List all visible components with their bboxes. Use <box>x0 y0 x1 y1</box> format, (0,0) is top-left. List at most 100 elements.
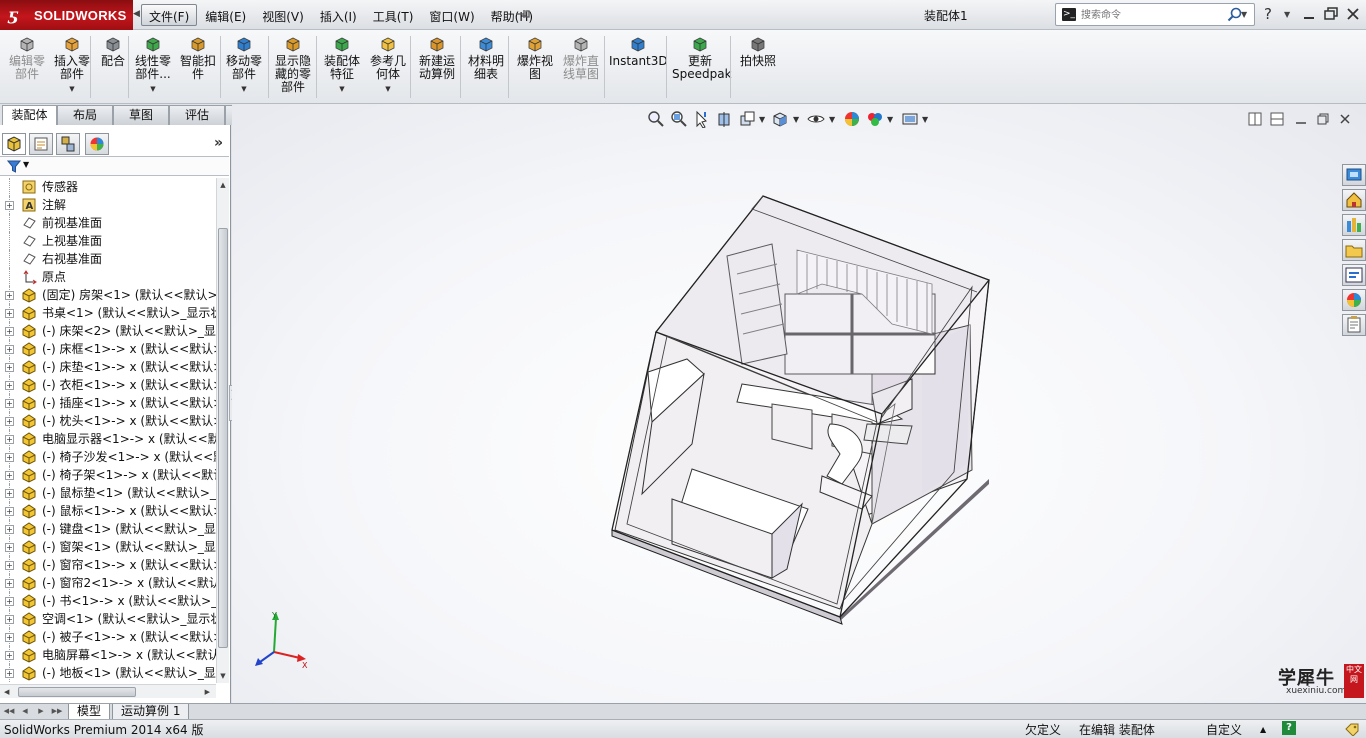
menu-help[interactable]: 帮助(H) <box>483 4 541 26</box>
ribbon-button-speedpak[interactable]: 更新 Speedpak <box>672 34 732 81</box>
property-manager-tab[interactable] <box>29 133 53 155</box>
tree-item[interactable]: + A 注解 <box>0 196 216 214</box>
menu-view[interactable]: 视图(V) <box>254 4 312 26</box>
design-library-tab[interactable] <box>1342 214 1366 236</box>
expand-icon[interactable]: + <box>5 597 14 606</box>
dropdown-arrow-icon[interactable]: ▼ <box>132 83 174 96</box>
ribbon-button-motion-study[interactable]: 新建运 动算例 <box>416 34 458 81</box>
ribbon-button-snapshot[interactable]: 拍快照 <box>736 34 780 68</box>
expand-icon[interactable]: + <box>5 291 14 300</box>
ribbon-button-reference-geometry[interactable]: 参考几 何体 ▼ <box>368 34 408 96</box>
ribbon-button-edit-component[interactable]: 编辑零 部件 <box>6 34 48 81</box>
first-tab-icon[interactable]: ◀◀ <box>2 705 16 718</box>
menu-insert[interactable]: 插入(I) <box>312 4 365 26</box>
expand-icon[interactable]: + <box>5 543 14 552</box>
dropdown-arrow-icon[interactable]: ▼ <box>52 83 92 96</box>
tree-item[interactable]: + (-) 书<1>-> x (默认<<默认>_显 <box>0 592 216 610</box>
minimize-icon[interactable] <box>1300 6 1318 22</box>
display-manager-tab[interactable] <box>85 133 109 155</box>
expand-icon[interactable]: + <box>5 471 14 480</box>
tree-item[interactable]: + 电脑显示器<1>-> x (默认<<默认 <box>0 430 216 448</box>
ribbon-button-show-hidden[interactable]: 显示隐 藏的零 部件 <box>273 34 313 94</box>
tree-item[interactable]: + (-) 鼠标垫<1> (默认<<默认>_显 <box>0 484 216 502</box>
solidworks-resources-tab[interactable] <box>1342 164 1366 186</box>
expand-icon[interactable]: + <box>5 327 14 336</box>
dropdown-arrow-icon[interactable]: ▼ <box>223 83 265 96</box>
menu-tools[interactable]: 工具(T) <box>365 4 422 26</box>
tree-item[interactable]: + 空调<1> (默认<<默认>_显示状 <box>0 610 216 628</box>
expand-icon[interactable]: + <box>5 525 14 534</box>
dropdown-arrow-icon[interactable]: ▼ <box>368 83 408 96</box>
dropdown-arrow-icon[interactable]: ▼ <box>322 83 362 96</box>
tree-item[interactable]: + (-) 衣柜<1>-> x (默认<<默认>_ <box>0 376 216 394</box>
scroll-thumb[interactable] <box>218 228 228 648</box>
expand-icon[interactable]: + <box>5 561 14 570</box>
menu-file[interactable]: 文件(F) <box>141 4 198 26</box>
ribbon-button-mate[interactable]: 配合 <box>98 34 128 68</box>
ribbon-button-instant3d[interactable]: Instant3D <box>609 34 668 68</box>
solidworks-logo[interactable]: ƽ SOLIDWORKS <box>0 0 133 30</box>
tree-item[interactable]: 上视基准面 <box>0 232 216 250</box>
tree-item[interactable]: 传感器 <box>0 178 216 196</box>
tree-item[interactable]: + 书桌<1> (默认<<默认>_显示状 <box>0 304 216 322</box>
expand-icon[interactable]: + <box>5 417 14 426</box>
filter-dropdown-icon[interactable]: ▼ <box>23 160 29 169</box>
tree-item[interactable]: + (-) 床垫<1>-> x (默认<<默认>_ <box>0 358 216 376</box>
tree-item[interactable]: + (-) 插座<1>-> x (默认<<默认>_ <box>0 394 216 412</box>
expand-icon[interactable]: + <box>5 507 14 516</box>
filter-icon[interactable] <box>7 160 21 173</box>
help-dropdown-icon[interactable]: ▼ <box>1284 10 1290 19</box>
ribbon-button-linear-pattern[interactable]: 线性零 部件... ▼ <box>132 34 174 96</box>
configuration-manager-tab[interactable] <box>56 133 80 155</box>
tab-model[interactable]: 模型 <box>68 704 111 720</box>
horizontal-scroll-thumb[interactable] <box>18 687 136 697</box>
quick-tips-icon[interactable]: ? <box>1282 721 1296 735</box>
expand-icon[interactable]: + <box>5 579 14 588</box>
expand-icon[interactable]: + <box>5 669 14 678</box>
tab-sketch[interactable]: 草图 <box>113 105 169 125</box>
tree-horizontal-scrollbar[interactable]: ◀ ▶ <box>0 684 216 698</box>
search-input[interactable] <box>1081 7 1221 23</box>
ribbon-button-bom[interactable]: 材料明 细表 <box>466 34 506 81</box>
expand-icon[interactable]: + <box>5 363 14 372</box>
last-tab-icon[interactable]: ▶▶ <box>50 705 64 718</box>
pin-icon[interactable] <box>514 8 530 20</box>
tree-item[interactable]: + (-) 窗架<1> (默认<<默认>_显示 <box>0 538 216 556</box>
expand-icon[interactable]: + <box>5 633 14 642</box>
scroll-right-icon[interactable]: ▶ <box>205 685 210 699</box>
rebuild-tag-icon[interactable] <box>1344 722 1360 736</box>
tree-item[interactable]: + (-) 椅子沙发<1>-> x (默认<<默 <box>0 448 216 466</box>
home-tab[interactable] <box>1342 189 1366 211</box>
expand-icon[interactable]: + <box>5 201 14 210</box>
custom-properties-tab[interactable] <box>1342 314 1366 336</box>
menu-window[interactable]: 窗口(W) <box>421 4 482 26</box>
ribbon-button-insert-component[interactable]: 插入零 部件 ▼ <box>52 34 92 96</box>
help-icon[interactable]: ? <box>1264 5 1272 23</box>
expand-icon[interactable]: + <box>5 399 14 408</box>
close-icon[interactable] <box>1344 6 1362 22</box>
menu-edit[interactable]: 编辑(E) <box>197 4 254 26</box>
tree-item[interactable]: + (-) 地板<1> (默认<<默认>_显示 <box>0 664 216 682</box>
tree-item[interactable]: + (-) 键盘<1> (默认<<默认>_显示 <box>0 520 216 538</box>
view-palette-tab[interactable] <box>1342 264 1366 286</box>
tab-evaluate[interactable]: 评估 <box>169 105 225 125</box>
tab-motion-study[interactable]: 运动算例 1 <box>112 704 190 720</box>
expand-icon[interactable]: + <box>5 345 14 354</box>
search-dropdown-icon[interactable]: ▼ <box>1241 10 1247 19</box>
next-tab-icon[interactable]: ▶ <box>34 705 48 718</box>
ribbon-button-explode-line-sketch[interactable]: 爆炸直 线草图 <box>560 34 602 81</box>
tree-item[interactable]: + (-) 床架<2> (默认<<默认>_显示 <box>0 322 216 340</box>
tree-item[interactable]: + (-) 被子<1>-> x (默认<<默认>_ <box>0 628 216 646</box>
ribbon-button-smart-fastener[interactable]: 智能扣件 <box>178 34 218 81</box>
expand-icon[interactable]: + <box>5 453 14 462</box>
ribbon-button-move-component[interactable]: 移动零 部件 ▼ <box>223 34 265 96</box>
tree-item[interactable]: + (-) 窗帘2<1>-> x (默认<<默认 <box>0 574 216 592</box>
feature-manager-tab[interactable] <box>2 133 26 155</box>
tree-item[interactable]: + (固定) 房架<1> (默认<<默认>_ <box>0 286 216 304</box>
expand-icon[interactable]: + <box>5 489 14 498</box>
tree-item[interactable]: 原点 <box>0 268 216 286</box>
tree-vertical-scrollbar[interactable]: ▲ ▼ <box>216 178 229 683</box>
tree-item[interactable]: + 电脑屏幕<1>-> x (默认<<默认 <box>0 646 216 664</box>
prev-tab-icon[interactable]: ◀ <box>18 705 32 718</box>
scroll-down-icon[interactable]: ▼ <box>217 669 229 683</box>
